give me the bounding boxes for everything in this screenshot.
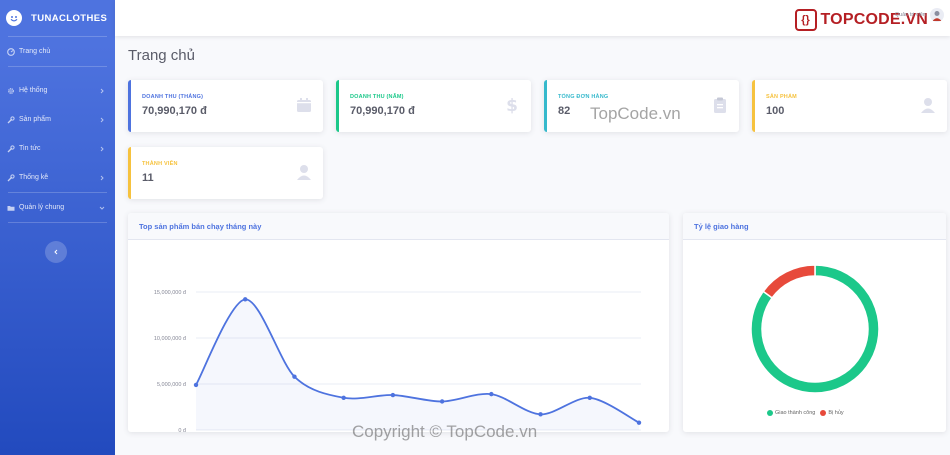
delivery-rate-donut-chart bbox=[750, 264, 880, 394]
data-point bbox=[193, 382, 199, 388]
y-tick-label: 0 đ bbox=[178, 428, 187, 432]
data-point bbox=[292, 374, 297, 379]
user-icon bbox=[921, 98, 935, 113]
data-point bbox=[587, 395, 592, 400]
legend-label: Giao thành công bbox=[775, 410, 816, 416]
user-menu[interactable]: Quản trị viên bbox=[895, 8, 944, 22]
data-point bbox=[341, 395, 346, 400]
top-products-area-chart: 0 đ5,000,000 đ10,000,000 đ15,000,000 đÁo… bbox=[154, 290, 655, 442]
sidebar-item-label: Quản lý chung bbox=[19, 204, 65, 211]
stat-card-monthly-revenue: DOANH THU (THÁNG) 70,990,170 đ bbox=[128, 80, 323, 132]
dashboard-icon bbox=[6, 47, 15, 56]
svg-text:$: $ bbox=[506, 96, 518, 114]
chart-title: Top sản phẩm bán chạy tháng này bbox=[128, 213, 669, 240]
chart-title: Tỷ lệ giao hàng bbox=[683, 213, 946, 240]
chevron-right-icon bbox=[100, 88, 104, 93]
data-point bbox=[636, 420, 642, 425]
sidebar-item-home[interactable]: Trang chủ bbox=[0, 37, 115, 66]
chevron-down-icon bbox=[99, 206, 105, 210]
topbar: {} TOPCODE.VN Quản trị viên bbox=[115, 0, 950, 36]
stat-card-products: SẢN PHẨM 100 bbox=[752, 80, 947, 132]
topcode-logo-mark: {} bbox=[794, 9, 817, 31]
data-point bbox=[390, 392, 396, 398]
y-tick-label: 15,000,000 đ bbox=[154, 290, 187, 296]
data-point bbox=[243, 297, 248, 302]
data-point bbox=[489, 391, 494, 397]
wrench-icon bbox=[6, 144, 15, 153]
page-title: Trang chủ bbox=[128, 47, 195, 64]
sidebar-toggle-button[interactable] bbox=[45, 241, 67, 263]
top-products-chart-panel: Top sản phẩm bán chạy tháng này 0 đ 5,000… bbox=[128, 213, 669, 442]
sidebar-item-general-management[interactable]: Quản lý chung bbox=[0, 193, 115, 222]
sidebar-item-statistics[interactable]: Thống kê bbox=[0, 163, 115, 192]
sidebar-item-label: Tin tức bbox=[19, 145, 41, 152]
legend-item[interactable]: Bị hủy bbox=[820, 410, 844, 416]
legend-swatch bbox=[767, 410, 773, 416]
chevron-right-icon bbox=[100, 146, 104, 151]
stat-card-yearly-revenue: DOANH THU (NĂM) 70,990,170 đ $ bbox=[336, 80, 531, 132]
clipboard-icon bbox=[714, 97, 726, 113]
user-icon bbox=[297, 165, 311, 180]
sidebar-item-label: Hệ thống bbox=[19, 87, 48, 94]
brand[interactable]: TUNACLOTHES bbox=[0, 0, 115, 36]
user-name: Quản trị viên bbox=[894, 12, 926, 18]
sidebar-item-system[interactable]: Hệ thống bbox=[0, 76, 115, 105]
sidebar-item-label: Trang chủ bbox=[19, 48, 51, 55]
avatar bbox=[930, 8, 944, 22]
brand-logo-icon bbox=[6, 10, 22, 26]
watermark: TopCode.vn bbox=[590, 104, 681, 123]
sidebar-item-label: Sản phẩm bbox=[19, 116, 51, 123]
y-tick-label: 5,000,000 đ bbox=[157, 382, 187, 388]
sidebar-item-products[interactable]: Sản phẩm bbox=[0, 105, 115, 134]
wrench-icon bbox=[6, 173, 15, 182]
calendar-icon bbox=[297, 98, 311, 112]
sidebar-divider bbox=[8, 222, 107, 223]
wrench-icon bbox=[6, 115, 15, 124]
chevron-right-icon bbox=[100, 175, 104, 180]
legend-swatch bbox=[820, 410, 827, 416]
delivery-rate-chart-panel: Tỷ lệ giao hàng Giao thành công Bị hủy bbox=[683, 213, 946, 432]
chart-legend: Giao thành công Bị hủy bbox=[767, 410, 849, 416]
data-point bbox=[538, 412, 543, 417]
chevron-right-icon bbox=[100, 117, 104, 122]
y-tick-label: 10,000,000 đ bbox=[154, 336, 187, 342]
donut-slice bbox=[762, 264, 816, 299]
legend-item[interactable]: Giao thành công bbox=[767, 410, 815, 416]
sidebar: TUNACLOTHES Trang chủ Hệ thống Sản phẩm … bbox=[0, 0, 115, 455]
dollar-icon: $ bbox=[506, 96, 518, 114]
chevron-left-icon bbox=[54, 249, 58, 255]
folder-icon bbox=[6, 203, 15, 212]
watermark: Copyright © TopCode.vn bbox=[352, 422, 538, 441]
gear-icon bbox=[6, 86, 15, 95]
stat-card-members: THÀNH VIÊN 11 bbox=[128, 147, 323, 199]
data-point bbox=[439, 399, 445, 404]
brand-name: TUNACLOTHES bbox=[31, 12, 108, 24]
sidebar-item-news[interactable]: Tin tức bbox=[0, 134, 115, 163]
sidebar-item-label: Thống kê bbox=[19, 174, 49, 181]
legend-label: Bị hủy bbox=[828, 410, 844, 416]
